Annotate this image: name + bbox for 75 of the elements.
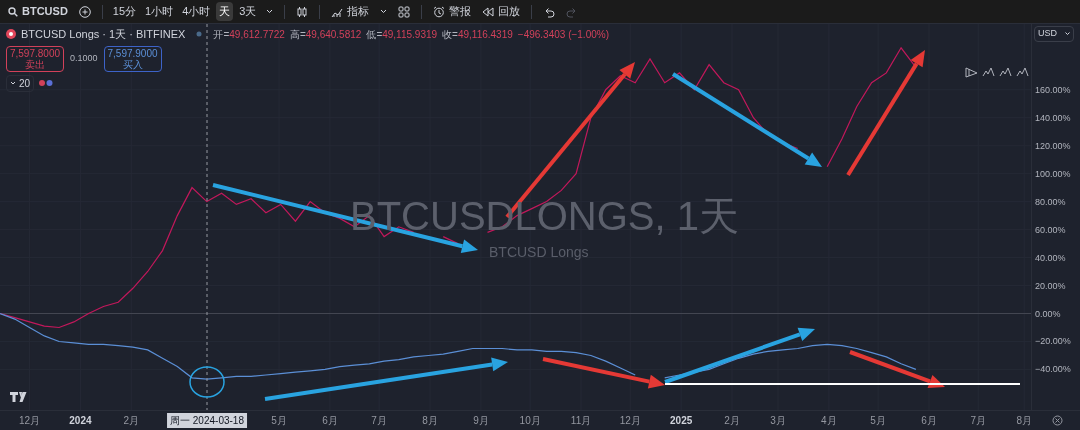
axis-label: 0.00%	[1035, 308, 1061, 319]
buy-button[interactable]: 7,597.9000 买入	[103, 45, 162, 72]
alarm-clock-icon	[433, 5, 446, 18]
drawing-tool-button[interactable]	[982, 67, 995, 78]
drawing-tool-button[interactable]	[999, 67, 1012, 78]
axis-label: 6月	[322, 415, 338, 426]
axis-label: 12月	[18, 415, 41, 426]
axis-label: 2月	[724, 415, 740, 426]
grid-icon	[398, 5, 411, 18]
axis-label: 20.00%	[1035, 280, 1066, 291]
ohlc-value: 高=49,640.5812	[289, 27, 362, 42]
indicator-settings-icon	[38, 79, 55, 87]
alert-button[interactable]: 警报	[429, 3, 476, 20]
spread-value: 0.1000	[70, 51, 98, 65]
axis-label: 8月	[1016, 415, 1032, 426]
axis-label: 160.00%	[1035, 84, 1071, 95]
axis-label: 7月	[970, 415, 986, 426]
axis-label: 5月	[271, 415, 287, 426]
axis-label: 140.00%	[1035, 112, 1071, 123]
indicators-button[interactable]: 指标	[327, 3, 374, 20]
symbol-logo-icon	[6, 29, 16, 40]
axis-label: 8月	[422, 415, 438, 426]
watermark-subtitle: BTCUSD Longs	[488, 243, 590, 262]
ohlc-value: 收=49,116.4319	[442, 27, 513, 42]
status-dot-icon	[196, 31, 203, 38]
ohlc-value: 低=49,115.9319	[366, 27, 438, 42]
axis-label: 9月	[473, 415, 489, 426]
replay-button[interactable]: 回放	[478, 3, 525, 20]
triangle-drawing-icon	[965, 67, 978, 78]
axis-label: 7月	[371, 415, 387, 426]
axis-label: 12月	[619, 415, 641, 426]
settings-button[interactable]	[1052, 415, 1063, 426]
wave-pattern-icon	[982, 67, 995, 78]
axis-label: 2024	[69, 415, 92, 426]
axis-label: 6月	[921, 415, 937, 426]
wave-pattern-icon	[1016, 67, 1029, 78]
axis-label: 5月	[870, 415, 886, 426]
interval-tab[interactable]: 4小时	[179, 3, 214, 20]
candlestick-icon	[296, 5, 309, 18]
axis-label: 4月	[821, 415, 837, 426]
interval-tab[interactable]: 1小时	[142, 3, 177, 20]
axis-label: 11月	[570, 415, 592, 426]
rewind-icon	[482, 5, 495, 18]
axis-label: −40.00%	[1035, 364, 1071, 375]
axis-label: 40.00%	[1035, 252, 1066, 263]
axis-label: 2025	[670, 415, 693, 426]
axis-label: −20.00%	[1035, 336, 1071, 347]
drawing-tool-button[interactable]	[965, 67, 978, 78]
axis-label: 80.00%	[1035, 196, 1066, 207]
interval-tab[interactable]: 天	[216, 2, 234, 21]
symbol-search-button[interactable]: BTCUSD	[4, 3, 72, 20]
ohlc-value: 开=49,612.7722	[213, 27, 285, 42]
axis-label: 100.00%	[1035, 168, 1071, 179]
search-icon	[8, 6, 18, 17]
sell-button[interactable]: 7,597.8000 卖出	[6, 45, 64, 72]
currency-dropdown[interactable]: USD	[1034, 26, 1074, 42]
chevron-down-icon	[380, 9, 388, 14]
crosshair-date-label: 周一 2024-03-18	[167, 413, 247, 428]
interval-tab[interactable]: 15分	[109, 3, 140, 20]
axis-label: 3月	[770, 415, 786, 426]
drawing-tool-button[interactable]	[1016, 67, 1029, 78]
axis-label: 2月	[123, 415, 140, 426]
axis-label: 10月	[519, 415, 541, 426]
chevron-down-icon	[266, 9, 274, 14]
change-value: −496.3403 (−1.00%)	[517, 27, 609, 42]
axis-label: 120.00%	[1035, 140, 1071, 151]
wave-pattern-icon	[999, 67, 1012, 78]
interval-tab[interactable]: 3天	[236, 3, 260, 20]
indicator-toggle[interactable]: 20	[6, 74, 35, 92]
chevron-down-icon	[10, 81, 16, 85]
chevron-down-icon	[1065, 31, 1070, 36]
plus-icon	[78, 5, 91, 18]
axis-label: 60.00%	[1035, 224, 1066, 235]
chart-title: BTCUSD Longs · 1天 · BITFINEX	[21, 27, 186, 42]
settings-icon	[1052, 415, 1063, 426]
